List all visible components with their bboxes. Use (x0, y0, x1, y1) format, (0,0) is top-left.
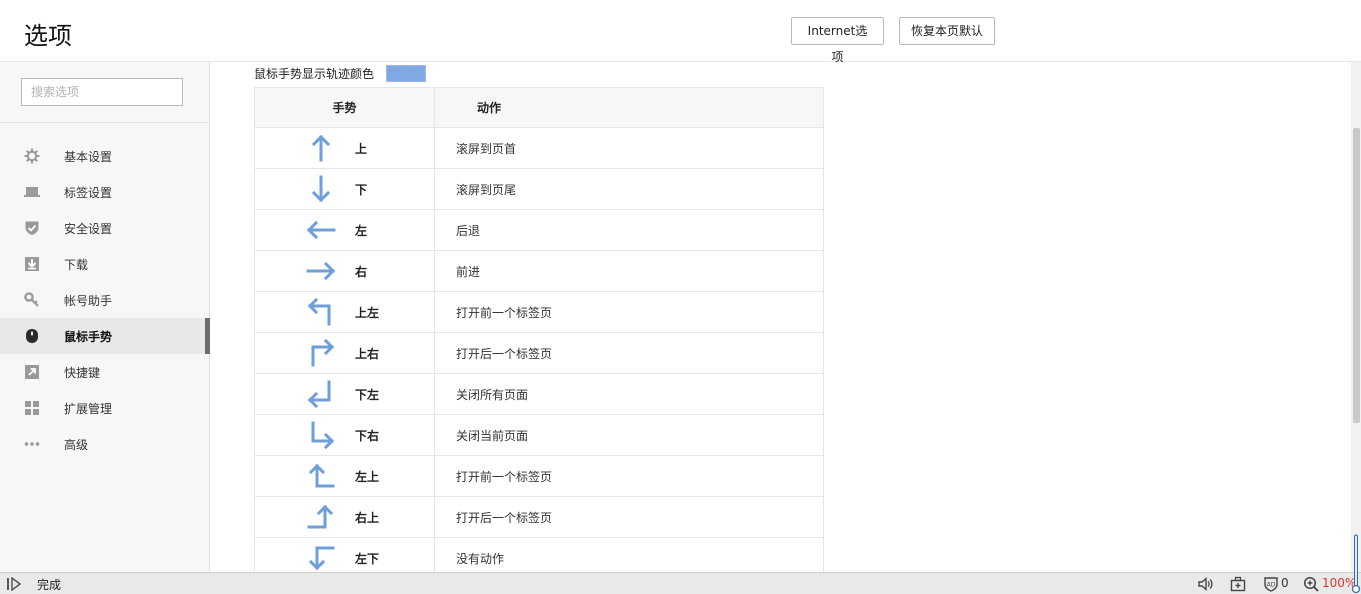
table-row[interactable]: 左 后退 (254, 209, 824, 251)
svg-text:AD: AD (1267, 582, 1276, 589)
vertical-scrollbar[interactable] (1351, 62, 1361, 572)
search-area (0, 62, 209, 123)
gesture-name: 左 (355, 224, 368, 238)
download-icon (24, 256, 40, 272)
gesture-name: 下左 (355, 388, 380, 402)
arrow-left-up-icon (308, 463, 335, 488)
gesture-name: 左上 (355, 470, 380, 484)
gesture-name: 下右 (355, 429, 380, 443)
sidebar-item-account[interactable]: 帐号助手 (0, 282, 209, 318)
search-input[interactable] (21, 78, 183, 106)
table-row[interactable]: 上 滚屏到页首 (254, 127, 824, 169)
table-row[interactable]: 下 滚屏到页尾 (254, 168, 824, 210)
tab-icon (24, 184, 40, 200)
gesture-action: 打开前一个标签页 (434, 291, 824, 333)
trail-color-label: 鼠标手势显示轨迹颜色 (254, 66, 375, 81)
sidebar-item-label: 鼠标手势 (64, 330, 113, 344)
page-title: 选项 (24, 22, 72, 50)
arrow-up-icon (311, 134, 331, 162)
arrow-up-right-icon (311, 339, 335, 367)
table-row[interactable]: 上右 打开后一个标签页 (254, 332, 824, 374)
speaker-icon[interactable] (1197, 576, 1213, 592)
sidebar-item-label: 扩展管理 (64, 402, 113, 416)
gesture-action: 前进 (434, 250, 824, 292)
column-header-action: 动作 (434, 87, 824, 128)
key-icon (24, 292, 40, 308)
sidebar-nav: 基本设置 标签设置 安全设置 下载 帐号助手 鼠标手势 快捷键 扩展管理 高级 (0, 138, 210, 462)
header: 选项 Internet选项 恢复本页默认 (0, 0, 1361, 64)
arrow-down-right-icon (311, 421, 335, 449)
gesture-name: 上左 (355, 306, 380, 320)
gesture-name: 右上 (355, 511, 380, 525)
sidebar-toggle-icon[interactable] (6, 577, 22, 591)
trail-color-row: 鼠标手势显示轨迹颜色 (254, 64, 427, 82)
blocked-ads-count: 0 (1281, 576, 1289, 590)
scrollbar-thumb[interactable] (1353, 128, 1360, 423)
sidebar-item-label: 下载 (64, 258, 89, 272)
shield-icon (24, 220, 40, 236)
table-header-row: 手势 动作 (254, 87, 824, 128)
table-row[interactable]: 下左 关闭所有页面 (254, 373, 824, 415)
gesture-table: 手势 动作 上 滚屏到页首 下 滚屏到页尾 左 后退 右 前进 上左 打开前一个… (254, 87, 824, 572)
table-row[interactable]: 左下 没有动作 (254, 537, 824, 572)
gesture-action: 打开后一个标签页 (434, 332, 824, 374)
gesture-settings-panel: 鼠标手势显示轨迹颜色 手势 动作 上 滚屏到页首 下 滚屏到页尾 左 后退 右 … (211, 62, 1351, 572)
internet-options-button[interactable]: Internet选项 (791, 17, 884, 64)
gesture-name: 上 (355, 142, 368, 156)
shortcut-icon (24, 364, 40, 380)
gear-icon (24, 148, 40, 164)
gesture-name: 右 (355, 265, 368, 279)
gesture-action: 打开后一个标签页 (434, 496, 824, 538)
table-row[interactable]: 左上 打开前一个标签页 (254, 455, 824, 497)
sidebar-item-label: 标签设置 (64, 186, 113, 200)
sidebar: 基本设置 标签设置 安全设置 下载 (0, 62, 210, 572)
sidebar-item-label: 基本设置 (64, 150, 113, 164)
gesture-name: 下 (355, 183, 368, 197)
arrow-up-left-icon (307, 298, 331, 326)
status-text: 完成 (37, 578, 62, 592)
table-row[interactable]: 上左 打开前一个标签页 (254, 291, 824, 333)
gesture-action: 打开前一个标签页 (434, 455, 824, 497)
sidebar-item-shortcuts[interactable]: 快捷键 (0, 354, 209, 390)
table-row[interactable]: 右 前进 (254, 250, 824, 292)
toolbox-icon[interactable] (1230, 576, 1246, 592)
gesture-action: 关闭当前页面 (434, 414, 824, 456)
sidebar-item-basic[interactable]: 基本设置 (0, 138, 209, 174)
sidebar-item-mouse-gesture[interactable]: 鼠标手势 (0, 318, 210, 354)
gesture-action: 关闭所有页面 (434, 373, 824, 415)
mouse-icon (24, 328, 40, 344)
gesture-name: 左下 (355, 552, 380, 566)
arrow-down-left-icon (307, 380, 331, 408)
table-row[interactable]: 下右 关闭当前页面 (254, 414, 824, 456)
ad-block-icon[interactable]: AD (1263, 576, 1279, 592)
arrow-left-icon (306, 220, 336, 240)
grid-icon (24, 400, 40, 416)
sidebar-item-label: 高级 (64, 438, 89, 452)
sidebar-item-advanced[interactable]: 高级 (0, 426, 209, 462)
sidebar-item-extensions[interactable]: 扩展管理 (0, 390, 209, 426)
zoom-icon[interactable] (1303, 576, 1319, 592)
sidebar-item-label: 安全设置 (64, 222, 113, 236)
column-header-gesture: 手势 (254, 87, 435, 128)
sidebar-item-download[interactable]: 下载 (0, 246, 209, 282)
gesture-action: 滚屏到页首 (434, 127, 824, 169)
table-row[interactable]: 右上 打开后一个标签页 (254, 496, 824, 538)
arrow-left-down-icon (308, 546, 335, 571)
arrow-right-icon (306, 261, 336, 281)
trail-color-swatch[interactable] (386, 64, 427, 82)
more-icon (24, 436, 40, 452)
gesture-action: 后退 (434, 209, 824, 251)
sidebar-item-label: 快捷键 (64, 366, 101, 380)
status-bar: 完成 AD 0 100% (0, 534, 1361, 594)
gesture-action: 没有动作 (434, 537, 824, 572)
sidebar-item-label: 帐号助手 (64, 294, 113, 308)
zoom-slider-icon[interactable] (1351, 533, 1361, 594)
arrow-down-icon (311, 175, 331, 203)
sidebar-item-security[interactable]: 安全设置 (0, 210, 209, 246)
sidebar-item-tabs[interactable]: 标签设置 (0, 174, 209, 210)
restore-defaults-button[interactable]: 恢复本页默认 (899, 17, 995, 45)
arrow-right-up-icon (307, 504, 334, 529)
gesture-action: 滚屏到页尾 (434, 168, 824, 210)
gesture-name: 上右 (355, 347, 380, 361)
